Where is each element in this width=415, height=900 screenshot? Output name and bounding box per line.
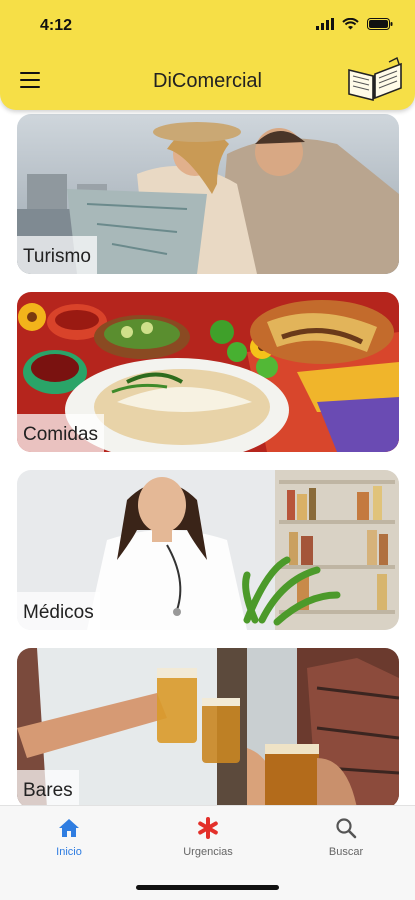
wifi-icon <box>342 18 359 30</box>
open-book-icon[interactable] <box>345 56 405 102</box>
app-header: 4:12 DiComercial <box>0 0 415 110</box>
search-icon <box>336 818 357 839</box>
home-icon <box>59 819 79 837</box>
signal-icon <box>316 18 334 30</box>
battery-icon <box>367 18 393 30</box>
tab-inicio[interactable]: Inicio <box>9 816 129 858</box>
category-label: Médicos <box>17 592 100 630</box>
tab-buscar[interactable]: Buscar <box>286 816 406 858</box>
category-card-medicos[interactable]: Médicos <box>17 470 399 630</box>
status-time: 4:12 <box>40 17 73 34</box>
asterisk-icon <box>198 817 218 839</box>
category-card-comidas[interactable]: Comidas <box>17 292 399 452</box>
tab-urgencias[interactable]: Urgencias <box>148 816 268 858</box>
category-label: Comidas <box>17 414 104 452</box>
tab-label: Inicio <box>56 846 82 858</box>
status-icons <box>316 18 393 30</box>
tab-label: Buscar <box>328 846 364 858</box>
category-card-turismo[interactable]: Turismo <box>17 114 399 274</box>
category-card-bares[interactable]: Bares <box>17 648 399 805</box>
category-label: Bares <box>17 770 79 805</box>
category-label: Turismo <box>17 236 97 274</box>
home-indicator <box>136 885 279 890</box>
tab-label: Urgencias <box>183 846 233 858</box>
category-list[interactable]: Turismo Comidas Médicos Bares <box>0 100 415 805</box>
